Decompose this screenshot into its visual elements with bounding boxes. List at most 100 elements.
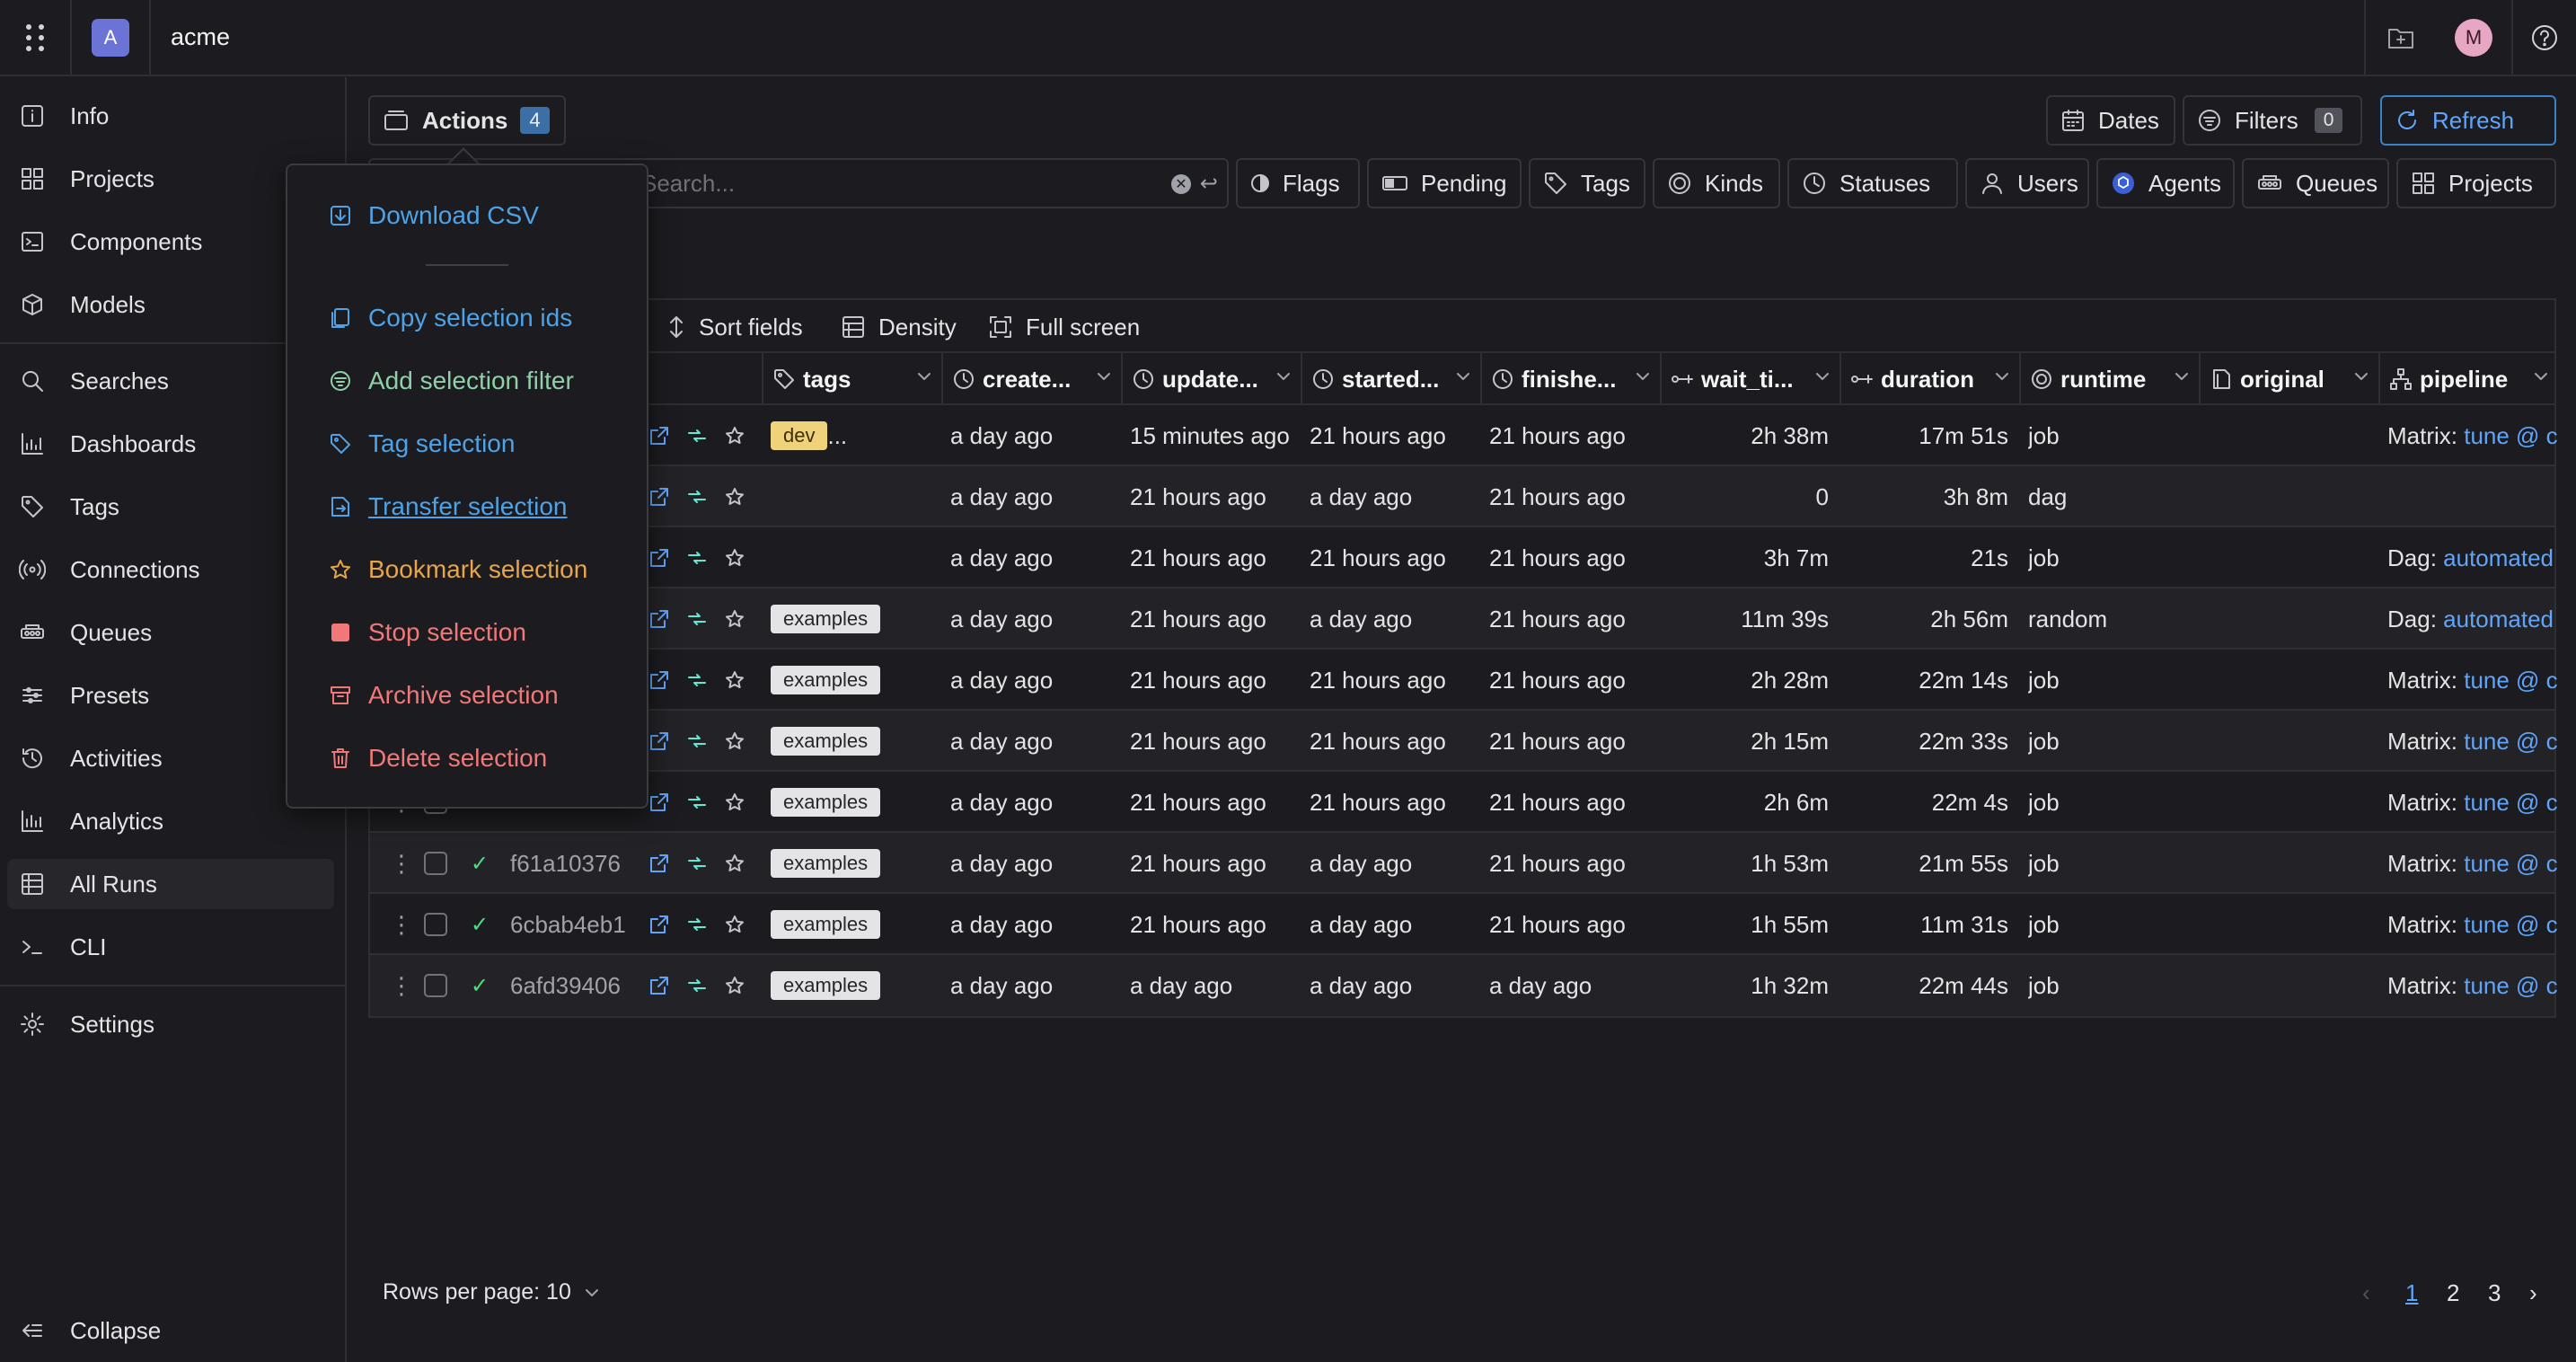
- pending-filter[interactable]: Pending: [1367, 158, 1522, 208]
- open-external-icon[interactable]: [648, 772, 672, 833]
- column-header-1[interactable]: tags: [762, 353, 941, 405]
- compare-icon[interactable]: [686, 894, 710, 955]
- table-row[interactable]: ⋮ ✓ 6cbab4eb1 examples a day ago 21 hours ago…: [370, 894, 2558, 955]
- refresh-button[interactable]: Refresh: [2380, 95, 2556, 146]
- column-header-4[interactable]: started...: [1301, 353, 1480, 405]
- star-icon[interactable]: [724, 588, 749, 650]
- table-row[interactable]: ⋮examplesa day ago21 hours ago21 hours a…: [370, 772, 2558, 833]
- agents-filter[interactable]: Agents: [2096, 158, 2235, 208]
- chevron-down-icon[interactable]: [1994, 371, 2010, 382]
- open-external-icon[interactable]: [648, 955, 672, 1016]
- collapse-button[interactable]: Collapse: [7, 1305, 334, 1356]
- column-header-7[interactable]: duration: [1839, 353, 2019, 405]
- tag-badge[interactable]: examples: [771, 666, 881, 694]
- page-2-link[interactable]: 2: [2447, 1279, 2459, 1307]
- column-header-2[interactable]: create...: [941, 353, 1121, 405]
- table-row[interactable]: ⋮dev...a day ago15 minutes ago21 hours a…: [370, 405, 2558, 466]
- dates-button[interactable]: Dates: [2046, 95, 2175, 146]
- app-grid-icon[interactable]: [0, 0, 72, 75]
- open-external-icon[interactable]: [648, 466, 672, 527]
- column-header-3[interactable]: update...: [1121, 353, 1301, 405]
- open-external-icon[interactable]: [648, 894, 672, 955]
- compare-icon[interactable]: [686, 833, 710, 894]
- pipeline-link[interactable]: tune @ c: [2464, 850, 2557, 878]
- sidebar-item-all-runs[interactable]: All Runs: [7, 859, 334, 909]
- compare-icon[interactable]: [686, 527, 710, 588]
- open-external-icon[interactable]: [648, 405, 672, 466]
- download-csv-item[interactable]: Download CSV: [327, 196, 539, 235]
- row-checkbox[interactable]: [424, 833, 451, 894]
- next-page-icon[interactable]: ›: [2529, 1279, 2537, 1307]
- table-row[interactable]: ⋮ ✓ f61a10376 examples a day ago 21 hours ago…: [370, 833, 2558, 894]
- clear-search-icon[interactable]: ✕: [1171, 174, 1191, 194]
- org-name[interactable]: acme: [171, 23, 230, 51]
- table-row[interactable]: ⋮examplesa day ago21 hours agoa day ago2…: [370, 588, 2554, 650]
- copy-selection-ids-item[interactable]: Copy selection ids: [327, 298, 572, 338]
- tag-badge[interactable]: examples: [771, 727, 881, 756]
- actions-button[interactable]: Actions 4: [368, 95, 566, 146]
- column-header-8[interactable]: runtime: [2019, 353, 2199, 405]
- star-icon[interactable]: [724, 711, 749, 772]
- column-header-10[interactable]: pipeline: [2378, 353, 2558, 405]
- sort-fields-button[interactable]: Sort fields: [666, 309, 803, 345]
- chevron-down-icon[interactable]: [2174, 371, 2190, 382]
- chevron-down-icon[interactable]: [1814, 371, 1831, 382]
- table-row[interactable]: ⋮ ✓ 6afd39406 examples a day ago a day ago a d…: [370, 955, 2558, 1016]
- table-row[interactable]: ⋮examplesa day ago21 hours ago21 hours a…: [370, 650, 2558, 711]
- stop-selection-item[interactable]: Stop selection: [327, 613, 526, 652]
- kinds-filter[interactable]: Kinds: [1653, 158, 1780, 208]
- open-external-icon[interactable]: [648, 833, 672, 894]
- column-header-5[interactable]: finishe...: [1480, 353, 1660, 405]
- open-external-icon[interactable]: [648, 588, 672, 650]
- star-icon[interactable]: [724, 527, 749, 588]
- chevron-down-icon[interactable]: [2533, 371, 2549, 382]
- run-id[interactable]: 6afd39406: [510, 955, 636, 1016]
- table-row[interactable]: ⋮examplesa day ago21 hours ago21 hours a…: [370, 711, 2558, 772]
- chevron-down-icon[interactable]: [1455, 371, 1471, 382]
- column-header-9[interactable]: original: [2199, 353, 2378, 405]
- open-external-icon[interactable]: [648, 711, 672, 772]
- tag-badge[interactable]: dev: [771, 421, 828, 450]
- org-avatar[interactable]: A: [92, 18, 129, 57]
- compare-icon[interactable]: [686, 405, 710, 466]
- compare-icon[interactable]: [686, 955, 710, 1016]
- open-external-icon[interactable]: [648, 527, 672, 588]
- rows-per-page-select[interactable]: Rows per page: 10: [383, 1279, 600, 1305]
- tag-selection-item[interactable]: Tag selection: [327, 424, 515, 464]
- run-id[interactable]: f61a10376: [510, 833, 636, 894]
- delete-selection-item[interactable]: Delete selection: [327, 738, 547, 778]
- compare-icon[interactable]: [686, 711, 710, 772]
- pipeline-link[interactable]: automated: [2443, 606, 2554, 633]
- star-icon[interactable]: [724, 894, 749, 955]
- projects-filter[interactable]: Projects: [2396, 158, 2556, 208]
- prev-page-icon[interactable]: ‹: [2362, 1279, 2370, 1307]
- tag-badge[interactable]: examples: [771, 910, 881, 939]
- star-icon[interactable]: [724, 405, 749, 466]
- add-selection-filter-item[interactable]: Add selection filter: [327, 361, 574, 401]
- density-button[interactable]: Density: [841, 309, 957, 345]
- compare-icon[interactable]: [686, 588, 710, 650]
- checkbox[interactable]: [424, 974, 447, 997]
- users-filter[interactable]: Users: [1965, 158, 2089, 208]
- page-3-link[interactable]: 3: [2488, 1279, 2501, 1307]
- pipeline-link[interactable]: tune @ c: [2464, 972, 2557, 1000]
- flags-filter[interactable]: Flags: [1236, 158, 1360, 208]
- star-icon[interactable]: [724, 466, 749, 527]
- folder-icon[interactable]: [2364, 0, 2436, 75]
- pipeline-link[interactable]: tune @ c: [2464, 667, 2557, 694]
- table-row[interactable]: ⋮a day ago21 hours agoa day ago21 hours …: [370, 466, 2554, 527]
- sidebar-item-cli[interactable]: CLI: [7, 922, 334, 972]
- bookmark-selection-item[interactable]: Bookmark selection: [327, 550, 587, 589]
- column-header-6[interactable]: wait_ti...: [1660, 353, 1839, 405]
- chevron-down-icon[interactable]: [2353, 371, 2369, 382]
- row-checkbox[interactable]: [424, 955, 451, 1016]
- checkbox[interactable]: [424, 913, 447, 936]
- pipeline-link[interactable]: tune @ c: [2464, 911, 2557, 939]
- tag-badge[interactable]: examples: [771, 971, 881, 1000]
- open-external-icon[interactable]: [648, 650, 672, 711]
- pipeline-link[interactable]: tune @ c: [2464, 422, 2557, 450]
- tag-badge[interactable]: examples: [771, 788, 881, 817]
- transfer-selection-item[interactable]: Transfer selection: [327, 487, 568, 526]
- archive-selection-item[interactable]: Archive selection: [327, 676, 559, 715]
- row-drag-handle-icon[interactable]: ⋮: [390, 833, 408, 894]
